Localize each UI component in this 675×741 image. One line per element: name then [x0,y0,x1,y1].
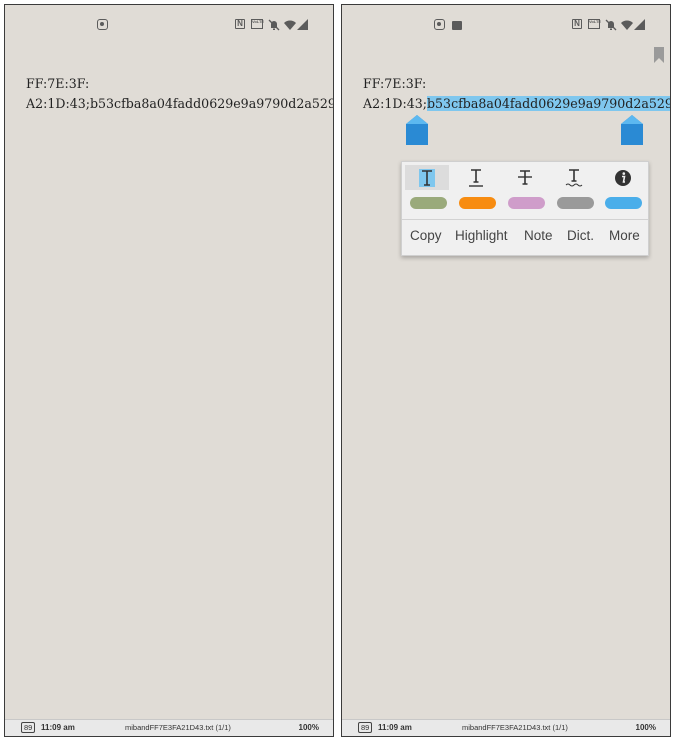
reader-footer: 89 11:09 am mibandFF7E3FA21D43.txt (1/1)… [342,719,670,736]
document-text[interactable]: FF:7E:3F: A2:1D:43;b53cfba8a04fadd0629e9… [26,74,334,114]
color-swatch-pink[interactable] [508,197,545,209]
document-text[interactable]: FF:7E:3F: A2:1D:43;b53cfba8a04fadd0629e9… [363,74,671,114]
nfc-icon: N [235,19,245,29]
underline-icon [469,169,483,187]
battery-level: 89 [21,722,36,733]
text-line-1: FF:7E:3F: [26,76,90,91]
file-name: mibandFF7E3FA21D43.txt (1/1) [125,723,231,732]
reader-screen-left: N VoLTE FF:7E:3F: A2:1D:43;b53cfba8a04fa… [4,4,334,737]
color-swatch-gray[interactable] [557,197,594,209]
wifi-icon [621,20,633,30]
text-selection: b53cfba8a04fadd0629e9a9790d2a529 [426,96,671,111]
selection-end-handle[interactable] [621,115,643,145]
format-toolbar [405,165,645,190]
highlight-colors [402,197,648,209]
volte-icon: VoLTE [251,19,264,29]
nfc-icon: N [572,19,582,29]
copy-button[interactable]: Copy [410,228,442,243]
text-style-icon [419,169,435,187]
signal-icon [297,19,308,30]
strikethrough-icon [518,170,532,185]
info-button[interactable] [601,165,645,190]
reader-screen-right: N VoLTE FF:7E:3F: A2:1D:43;b53cfba8a04fa… [341,4,671,737]
more-button[interactable]: More [609,228,640,243]
signal-icon [634,19,645,30]
popup-divider [402,219,648,220]
selection-start-handle[interactable] [406,115,428,145]
text-style-button[interactable] [405,165,449,190]
wifi-icon [284,20,296,30]
selection-popup: Copy Highlight Note Dict. More [401,161,649,256]
color-swatch-blue[interactable] [605,197,642,209]
bookmark-icon[interactable] [654,47,664,63]
volte-icon: VoLTE [588,19,601,29]
text-unselected: A2:1D:43; [363,96,427,111]
underline-button[interactable] [454,165,498,190]
action-bar: Copy Highlight Note Dict. More [402,228,648,248]
squiggle-underline-icon [565,169,583,187]
clock: 11:09 am [41,723,75,732]
bell-muted-icon [268,19,280,31]
bell-muted-icon [605,19,617,31]
text-line-2: A2:1D:43;b53cfba8a04fadd0629e9a9790d2a52… [363,94,671,114]
info-icon [615,170,631,186]
status-bar: N VoLTE [5,19,333,35]
battery-level: 89 [358,722,373,733]
color-swatch-orange[interactable] [459,197,496,209]
squiggle-underline-button[interactable] [552,165,596,190]
reader-footer: 89 11:09 am mibandFF7E3FA21D43.txt (1/1)… [5,719,333,736]
reading-progress: 100% [635,723,656,732]
file-name: mibandFF7E3FA21D43.txt (1/1) [462,723,568,732]
strikethrough-button[interactable] [503,165,547,190]
text-line-2: A2:1D:43;b53cfba8a04fadd0629e9a9790d2a52… [26,96,334,111]
clock: 11:09 am [378,723,412,732]
image-notification-icon [452,21,462,30]
app-notification-icon [97,19,108,30]
reading-progress: 100% [298,723,319,732]
status-bar: N VoLTE [342,19,670,35]
dictionary-button[interactable]: Dict. [567,228,594,243]
note-button[interactable]: Note [524,228,553,243]
text-line-1: FF:7E:3F: [363,76,427,91]
color-swatch-green[interactable] [410,197,447,209]
highlight-button[interactable]: Highlight [455,228,508,243]
app-notification-icon [434,19,445,30]
